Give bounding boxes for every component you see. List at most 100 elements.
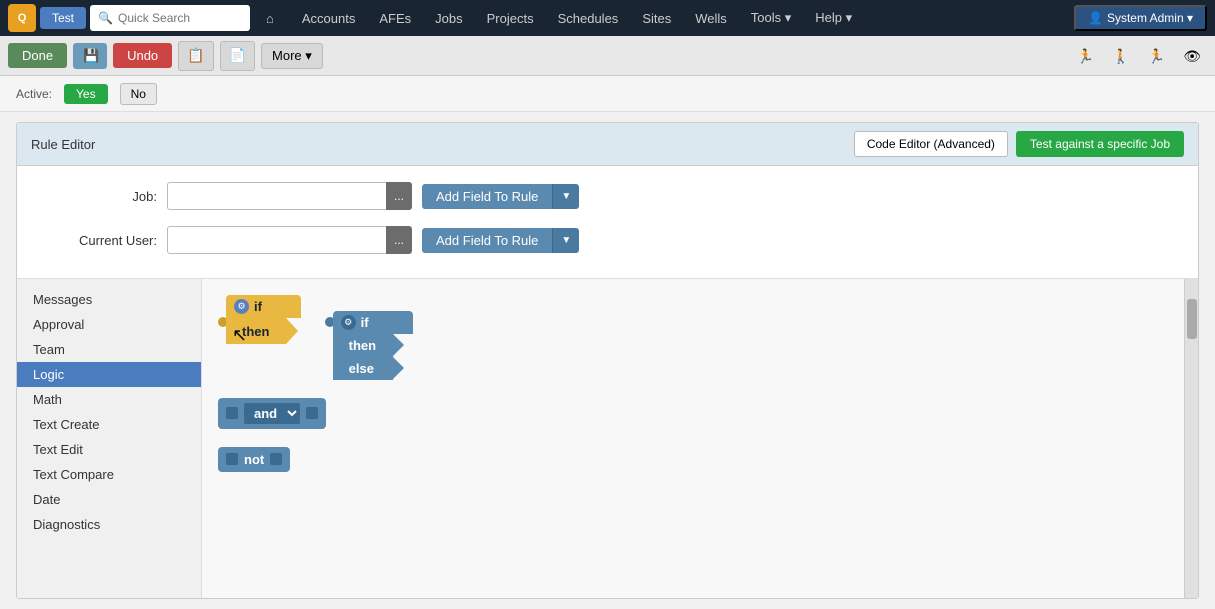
search-wrapper: 🔍 bbox=[90, 5, 250, 31]
runner-icon-1: 🏃 bbox=[1077, 48, 1094, 64]
category-messages[interactable]: Messages bbox=[17, 287, 201, 312]
paste-icon: 📄 bbox=[229, 47, 246, 64]
if-text-2: if bbox=[361, 315, 369, 330]
nav-link-jobs[interactable]: Jobs bbox=[423, 0, 474, 36]
active-yes-button[interactable]: Yes bbox=[64, 84, 108, 104]
nav-link-help[interactable]: Help ▾ bbox=[803, 0, 864, 36]
category-date[interactable]: Date bbox=[17, 487, 201, 512]
category-approval[interactable]: Approval bbox=[17, 312, 201, 337]
else-text: else bbox=[349, 361, 374, 376]
eye-icon: 👁 bbox=[1183, 48, 1201, 64]
current-user-dots-button[interactable]: ... bbox=[386, 226, 412, 254]
nav-link-wells[interactable]: Wells bbox=[683, 0, 739, 36]
active-label: Active: bbox=[16, 87, 52, 101]
undo-button[interactable]: Undo bbox=[113, 43, 172, 68]
current-user-label: Current User: bbox=[37, 233, 157, 248]
then-text-2: then bbox=[349, 338, 376, 353]
chevron-down-icon-2: ▼ bbox=[561, 235, 571, 246]
job-dots-button[interactable]: ... bbox=[386, 182, 412, 210]
category-logic[interactable]: Logic bbox=[17, 362, 201, 387]
nav-link-tools[interactable]: Tools ▾ bbox=[739, 0, 804, 36]
copy-icon: 📋 bbox=[187, 47, 204, 64]
rule-editor-title: Rule Editor bbox=[31, 137, 95, 152]
home-nav-link[interactable]: ⌂ bbox=[254, 0, 286, 36]
nav-link-projects[interactable]: Projects bbox=[475, 0, 546, 36]
if-text-1: if bbox=[254, 299, 262, 314]
block-canvas: ⚙ if then bbox=[202, 279, 1184, 598]
runner-icon-2: 🚶 bbox=[1112, 48, 1129, 64]
test-tab[interactable]: Test bbox=[40, 7, 86, 29]
code-editor-button[interactable]: Code Editor (Advanced) bbox=[854, 131, 1008, 157]
not-right-connector bbox=[270, 453, 282, 465]
fields-section: Job: ... Add Field To Rule ▼ Current Use… bbox=[17, 166, 1198, 278]
home-icon: ⌂ bbox=[266, 11, 274, 26]
not-text: not bbox=[244, 452, 264, 467]
nav-link-schedules[interactable]: Schedules bbox=[546, 0, 631, 36]
toolbar-icon-btn-2[interactable]: 🚶 bbox=[1106, 43, 1135, 68]
job-input[interactable] bbox=[167, 182, 387, 210]
job-add-field-group: Add Field To Rule ▼ bbox=[422, 184, 579, 209]
chevron-down-icon: ▼ bbox=[561, 191, 571, 202]
copy-button[interactable]: 📋 bbox=[178, 41, 213, 71]
and-right-connector bbox=[306, 407, 318, 419]
category-text-create[interactable]: Text Create bbox=[17, 412, 201, 437]
block-sidebar: Messages Approval Team Logic Math Text C… bbox=[17, 279, 202, 598]
category-diagnostics[interactable]: Diagnostics bbox=[17, 512, 201, 537]
then-text-1: then bbox=[242, 324, 269, 339]
if-then-else-block[interactable]: ⚙ if then bbox=[325, 311, 413, 380]
job-add-field-dropdown[interactable]: ▼ bbox=[552, 184, 579, 209]
toolbar-icon-btn-1[interactable]: 🏃 bbox=[1071, 43, 1100, 68]
and-block[interactable]: and or bbox=[218, 398, 1168, 429]
toolbar-icon-btn-4[interactable]: 👁 bbox=[1177, 43, 1207, 68]
toolbar-icon-btn-3[interactable]: 🏃 bbox=[1142, 43, 1171, 68]
category-text-compare[interactable]: Text Compare bbox=[17, 462, 201, 487]
save-button[interactable]: 💾 bbox=[73, 43, 107, 69]
current-user-add-field-dropdown[interactable]: ▼ bbox=[552, 228, 579, 253]
category-text-edit[interactable]: Text Edit bbox=[17, 437, 201, 462]
job-add-field-button[interactable]: Add Field To Rule bbox=[422, 184, 552, 209]
toolbar-right-icons: 🏃 🚶 🏃 👁 bbox=[1071, 43, 1207, 68]
job-input-group: ... bbox=[167, 182, 412, 210]
runner-icon-3: 🏃 bbox=[1148, 48, 1165, 64]
rule-editor-buttons: Code Editor (Advanced) Test against a sp… bbox=[854, 131, 1184, 157]
not-block[interactable]: not bbox=[218, 447, 1168, 472]
current-user-add-field-button[interactable]: Add Field To Rule bbox=[422, 228, 552, 253]
top-navigation: Q Test 🔍 ⌂ Accounts AFEs Jobs Projects S… bbox=[0, 0, 1215, 36]
user-icon: 👤 bbox=[1088, 11, 1103, 25]
test-job-button[interactable]: Test against a specific Job bbox=[1016, 131, 1184, 157]
job-field-label: Job: bbox=[37, 189, 157, 204]
current-user-field-row: Current User: ... Add Field To Rule ▼ bbox=[37, 226, 1178, 254]
not-left-connector bbox=[226, 453, 238, 465]
rule-editor-panel: Rule Editor Code Editor (Advanced) Test … bbox=[16, 122, 1199, 599]
current-user-input-group: ... bbox=[167, 226, 412, 254]
rule-editor-header: Rule Editor Code Editor (Advanced) Test … bbox=[17, 123, 1198, 166]
category-team[interactable]: Team bbox=[17, 337, 201, 362]
active-bar: Active: Yes No bbox=[0, 76, 1215, 112]
and-select[interactable]: and or bbox=[244, 403, 300, 424]
category-math[interactable]: Math bbox=[17, 387, 201, 412]
nav-link-afes[interactable]: AFEs bbox=[367, 0, 423, 36]
save-icon: 💾 bbox=[83, 48, 99, 63]
gear-icon-1: ⚙ bbox=[234, 299, 249, 314]
scrollbar[interactable] bbox=[1184, 279, 1198, 598]
current-user-input[interactable] bbox=[167, 226, 387, 254]
nav-link-sites[interactable]: Sites bbox=[630, 0, 683, 36]
toolbar: Done 💾 Undo 📋 📄 More ▾ 🏃 🚶 🏃 👁 bbox=[0, 36, 1215, 76]
search-input[interactable] bbox=[90, 5, 250, 31]
nav-links: Accounts AFEs Jobs Projects Schedules Si… bbox=[290, 0, 1070, 36]
active-no-button[interactable]: No bbox=[120, 83, 157, 105]
nav-link-accounts[interactable]: Accounts bbox=[290, 0, 367, 36]
app-logo[interactable]: Q bbox=[8, 4, 36, 32]
nav-right: 👤 System Admin ▾ bbox=[1074, 5, 1207, 31]
user-menu-button[interactable]: 👤 System Admin ▾ bbox=[1074, 5, 1207, 31]
current-user-add-field-group: Add Field To Rule ▼ bbox=[422, 228, 579, 253]
and-left-connector bbox=[226, 407, 238, 419]
if-then-block-1[interactable]: ⚙ if then bbox=[218, 295, 301, 344]
done-button[interactable]: Done bbox=[8, 43, 67, 68]
more-dropdown-button[interactable]: More ▾ bbox=[261, 43, 323, 69]
gear-icon-2: ⚙ bbox=[341, 315, 356, 330]
block-editor-area: Messages Approval Team Logic Math Text C… bbox=[17, 278, 1198, 598]
paste-button[interactable]: 📄 bbox=[220, 41, 255, 71]
scrollbar-thumb[interactable] bbox=[1187, 299, 1197, 339]
search-icon: 🔍 bbox=[98, 11, 113, 25]
